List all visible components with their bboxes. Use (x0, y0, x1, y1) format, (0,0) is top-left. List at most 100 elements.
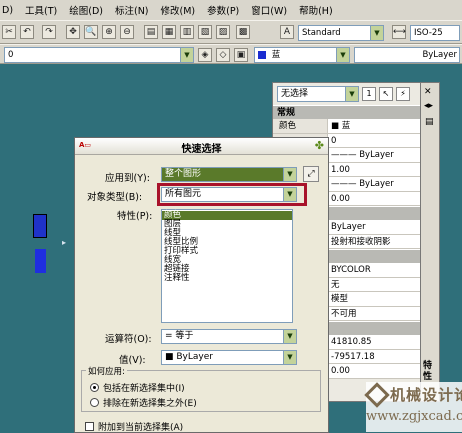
value-value: ■ ByLayer (165, 352, 213, 362)
checkbox-icon (85, 422, 94, 431)
text-style-combo[interactable]: Standard ▼ (298, 25, 384, 41)
chevron-down-icon: ▼ (283, 188, 296, 201)
selection-combo[interactable]: 无选择 ▼ (277, 86, 359, 102)
list-item[interactable]: 注释性 (162, 274, 292, 283)
palette-title-strip[interactable]: ✕ ◂▸ ▤ 特性 (420, 82, 440, 402)
chevron-down-icon: ▼ (180, 48, 193, 62)
select-objects-icon[interactable]: ↖ (379, 87, 393, 101)
properties-label: 特性(P): (117, 211, 153, 222)
menu-item-dimension[interactable]: 标注(N) (109, 3, 155, 17)
apply-to-value: 整个图形 (165, 169, 202, 179)
dim-style-icon[interactable]: ⟷ (392, 25, 406, 39)
operator-select[interactable]: = 等于 ▼ (161, 329, 297, 344)
grip-icon: ▸ (62, 238, 67, 247)
value-select[interactable]: ■ ByLayer ▼ (161, 350, 297, 365)
menu-item-modify[interactable]: 修改(M) (155, 3, 202, 17)
include-radio[interactable]: 包括在新选择集中(I) (90, 381, 185, 394)
chevron-down-icon: ▼ (283, 330, 296, 343)
list-item[interactable]: 颜色 (162, 211, 292, 220)
exclude-radio[interactable]: 排除在新选择集之外(E) (90, 396, 197, 409)
zoom-previous-icon[interactable]: ⊖ (120, 25, 134, 39)
value-label: 值(V): (119, 355, 146, 366)
make-current-layer-icon[interactable]: ◈ (198, 48, 212, 62)
menu-bar: D) 工具(T) 绘图(D) 标注(N) 修改(M) 参数(P) 窗口(W) 帮… (0, 0, 462, 20)
color-value: 蓝 (271, 50, 281, 60)
menu-item-window[interactable]: 窗口(W) (245, 3, 293, 17)
menu-item-parametric[interactable]: 参数(P) (201, 3, 245, 17)
color-combo[interactable]: 蓝 ▼ (254, 47, 350, 63)
object-type-select[interactable]: 所有图元 ▼ (161, 187, 297, 202)
object-type-value: 所有图元 (165, 189, 202, 199)
palette-side-label: 特性 (423, 361, 433, 382)
layer-value: 0 (8, 50, 14, 60)
toggle-pickadd-icon[interactable]: 1 (362, 87, 376, 101)
menu-item-tools[interactable]: 工具(T) (19, 3, 63, 17)
radio-selected-icon (90, 383, 99, 392)
linetype-value: ByLayer (422, 50, 457, 60)
apply-to-label: 应用到(Y): (105, 173, 150, 184)
props-toolbar: 无选择 ▼ 1 ↖ ⚡ (273, 83, 439, 105)
sheet-set-icon[interactable]: ▧ (198, 25, 212, 39)
forum-logo-icon (364, 382, 390, 408)
properties-icon[interactable]: ▤ (144, 25, 158, 39)
markup-icon[interactable]: ▨ (216, 25, 230, 39)
properties-list[interactable]: 颜色 图层 线型 线型比例 打印样式 线宽 超链接 注释性 (161, 209, 293, 323)
list-item[interactable]: 打印样式 (162, 247, 292, 256)
apply-to-select[interactable]: 整个图形 ▼ (161, 167, 297, 182)
dim-style-combo[interactable]: ISO-25 (410, 25, 460, 41)
include-radio-label: 包括在新选择集中(I) (103, 384, 185, 394)
chevron-down-icon: ▼ (370, 26, 383, 40)
chevron-down-icon: ▼ (283, 351, 296, 364)
watermark: 机械设计论坛 www.zgjxcad.com (364, 382, 462, 432)
linetype-combo[interactable]: ByLayer (354, 47, 460, 63)
section-general[interactable]: 常规 (273, 105, 439, 119)
redo-icon[interactable]: ↷ (42, 25, 56, 39)
dialog-titlebar[interactable]: A▭ 快速选择 ✤ (75, 138, 328, 155)
auto-hide-icon[interactable]: ◂▸ (424, 101, 433, 111)
menu-item-draw-partial[interactable]: D) (2, 5, 19, 16)
help-icon[interactable]: ✤ (315, 139, 324, 152)
zoom-window-icon[interactable]: ⊕ (102, 25, 116, 39)
cut-icon[interactable]: ✂ (2, 25, 16, 39)
chevron-down-icon: ▼ (345, 87, 358, 101)
prop-row[interactable]: 颜色 ■ 蓝 (273, 119, 439, 134)
selection-value: 无选择 (281, 89, 309, 99)
append-checkbox-label: 附加到当前选择集(A) (98, 423, 184, 433)
dim-style-value: ISO-25 (414, 28, 443, 38)
how-to-apply-group: 如何应用: 包括在新选择集中(I) 排除在新选择集之外(E) (81, 365, 321, 412)
watermark-title: 机械设计论坛 (390, 386, 462, 404)
append-checkbox[interactable]: 附加到当前选择集(A) (85, 420, 183, 433)
blue-block-object[interactable] (33, 214, 47, 238)
list-item[interactable]: 图层 (162, 220, 292, 229)
menu-item-help[interactable]: 帮助(H) (293, 3, 339, 17)
chevron-down-icon: ▼ (336, 48, 349, 62)
layer-previous-icon[interactable]: ◇ (216, 48, 230, 62)
pan-icon[interactable]: ✥ (66, 25, 80, 39)
object-type-label: 对象类型(B): (87, 192, 143, 203)
tool-palettes-icon[interactable]: ▥ (180, 25, 194, 39)
quick-select-icon[interactable]: ⚡ (396, 87, 410, 101)
radio-unselected-icon (90, 398, 99, 407)
quick-select-dialog: A▭ 快速选择 ✤ 应用到(Y): 整个图形 ▼ ⤢ 对象类型(B): 所有图元… (74, 137, 329, 433)
layers-toolbar: 0 ▼ ◈ ◇ ▣ 蓝 ▼ ByLayer (0, 44, 462, 64)
zoom-realtime-icon[interactable]: 🔍 (84, 25, 98, 39)
close-icon[interactable]: ✕ (424, 87, 432, 97)
exclude-radio-label: 排除在新选择集之外(E) (103, 399, 197, 409)
menu-item-draw[interactable]: 绘图(D) (63, 3, 109, 17)
operator-value: = 等于 (165, 331, 194, 341)
watermark-url: www.zgjxcad.com (366, 409, 462, 424)
operator-label: 运算符(O): (105, 334, 152, 345)
text-style-value: Standard (302, 28, 341, 38)
design-center-icon[interactable]: ▦ (162, 25, 176, 39)
text-style-icon[interactable]: A (280, 25, 294, 39)
blue-block-object[interactable] (35, 249, 46, 273)
layer-manager-icon[interactable]: ▣ (234, 48, 248, 62)
select-objects-icon[interactable]: ⤢ (303, 166, 319, 182)
palette-menu-icon[interactable]: ▤ (425, 117, 434, 127)
how-to-apply-label: 如何应用: (86, 365, 127, 377)
calculator-icon[interactable]: ▩ (236, 25, 250, 39)
autocad-window: D) 工具(T) 绘图(D) 标注(N) 修改(M) 参数(P) 窗口(W) 帮… (0, 0, 462, 433)
undo-icon[interactable]: ↶ (20, 25, 34, 39)
layer-combo[interactable]: 0 ▼ (4, 47, 194, 63)
standard-toolbar: ✂ ↶ ↷ ✥ 🔍 ⊕ ⊖ ▤ ▦ ▥ ▧ ▨ ▩ A Standard ▼ ⟷… (0, 20, 462, 44)
